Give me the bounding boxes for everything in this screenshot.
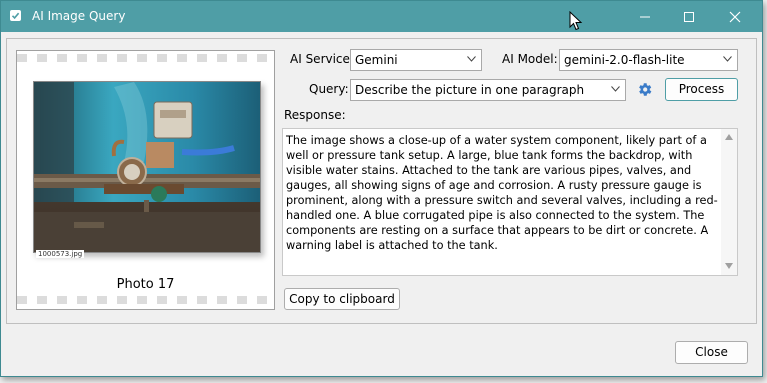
ai-service-label: AI Service: bbox=[290, 52, 354, 66]
query-label: Query: bbox=[309, 82, 349, 96]
photo-panel: 1000573.jpg Photo 17 bbox=[16, 50, 275, 310]
query-value: Describe the picture in one paragraph bbox=[355, 83, 585, 97]
process-button[interactable]: Process bbox=[665, 78, 738, 101]
response-text: The image shows a close-up of a water sy… bbox=[286, 134, 718, 252]
copy-to-clipboard-button[interactable]: Copy to clipboard bbox=[284, 288, 400, 310]
minimize-icon bbox=[640, 16, 650, 17]
response-textarea[interactable]: The image shows a close-up of a water sy… bbox=[282, 128, 738, 276]
dialog-window: AI Image Query 1000573.jpg Photo 17 AI S… bbox=[0, 0, 763, 377]
response-label: Response: bbox=[284, 108, 346, 122]
photo-filename: 1000573.jpg bbox=[36, 250, 85, 258]
query-select[interactable]: Describe the picture in one paragraph bbox=[350, 79, 626, 101]
scroll-up-icon[interactable] bbox=[725, 134, 733, 140]
ai-service-value: Gemini bbox=[355, 53, 398, 67]
chevron-down-icon bbox=[467, 56, 476, 62]
maximize-icon bbox=[684, 11, 694, 22]
window-title: AI Image Query bbox=[32, 9, 126, 23]
close-icon bbox=[729, 11, 741, 22]
close-window-button[interactable] bbox=[712, 1, 758, 32]
ai-model-label: AI Model: bbox=[502, 52, 558, 66]
chevron-down-icon bbox=[611, 86, 620, 92]
film-strip-bottom bbox=[17, 296, 274, 304]
ai-model-value: gemini-2.0-flash-lite bbox=[564, 53, 685, 67]
scroll-down-icon[interactable] bbox=[725, 263, 733, 269]
film-strip-top bbox=[17, 54, 274, 62]
chevron-down-icon bbox=[723, 56, 732, 62]
photo-caption: Photo 17 bbox=[116, 277, 175, 292]
mouse-cursor-icon bbox=[569, 11, 583, 31]
photo-thumbnail[interactable] bbox=[33, 81, 261, 253]
ai-model-select[interactable]: gemini-2.0-flash-lite bbox=[559, 49, 738, 71]
title-bar[interactable]: AI Image Query bbox=[1, 1, 762, 32]
minimize-button[interactable] bbox=[622, 1, 668, 32]
app-icon bbox=[10, 10, 21, 21]
response-scrollbar[interactable] bbox=[721, 129, 737, 275]
maximize-button[interactable] bbox=[666, 1, 712, 32]
gear-icon[interactable] bbox=[636, 81, 653, 98]
close-button[interactable]: Close bbox=[675, 341, 748, 364]
ai-service-select[interactable]: Gemini bbox=[350, 49, 482, 71]
